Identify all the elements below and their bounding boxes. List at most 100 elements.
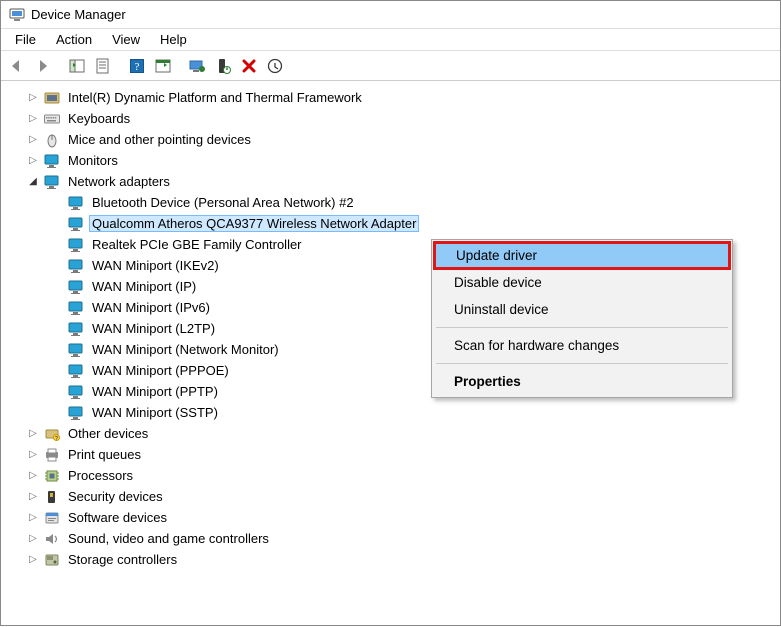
category-label: Storage controllers: [65, 551, 180, 568]
tree-category[interactable]: ▷ Monitors: [1, 150, 780, 171]
category-label: Intel(R) Dynamic Platform and Thermal Fr…: [65, 89, 365, 106]
tree-category[interactable]: ▷ Storage controllers: [1, 549, 780, 570]
tree-category[interactable]: ▷ Processors: [1, 465, 780, 486]
category-label: Processors: [65, 467, 136, 484]
context-menu: Update driver Disable device Uninstall d…: [431, 239, 733, 398]
menu-file[interactable]: File: [5, 30, 46, 49]
network-adapter-icon: [67, 404, 85, 422]
network-adapter-icon: [67, 215, 85, 233]
cpu-icon: [43, 467, 61, 485]
scan-hardware-button[interactable]: [151, 54, 175, 78]
update-driver-button[interactable]: [185, 54, 209, 78]
tree-category[interactable]: ▷ Intel(R) Dynamic Platform and Thermal …: [1, 87, 780, 108]
network-adapter-icon: [67, 194, 85, 212]
toolbar: ?: [1, 51, 780, 81]
tree-device[interactable]: Bluetooth Device (Personal Area Network)…: [1, 192, 780, 213]
network-icon: [43, 173, 61, 191]
network-adapter-icon: [67, 341, 85, 359]
network-adapter-icon: [67, 320, 85, 338]
keyboard-icon: [43, 110, 61, 128]
expand-toggle[interactable]: ▷: [25, 510, 41, 526]
menu-view[interactable]: View: [102, 30, 150, 49]
device-label: Bluetooth Device (Personal Area Network)…: [89, 194, 357, 211]
tree-device[interactable]: WAN Miniport (SSTP): [1, 402, 780, 423]
tree-category[interactable]: ◢ Network adapters: [1, 171, 780, 192]
tree-category[interactable]: ▷ Security devices: [1, 486, 780, 507]
properties-button[interactable]: [91, 54, 115, 78]
disable-device-button[interactable]: [211, 54, 235, 78]
device-tree[interactable]: ▷ Intel(R) Dynamic Platform and Thermal …: [1, 81, 780, 627]
category-label: Other devices: [65, 425, 151, 442]
platform-icon: [43, 89, 61, 107]
menu-help[interactable]: Help: [150, 30, 197, 49]
expand-toggle[interactable]: ▷: [25, 447, 41, 463]
device-label: WAN Miniport (PPTP): [89, 383, 221, 400]
context-properties[interactable]: Properties: [434, 368, 730, 395]
other-icon: ?: [43, 425, 61, 443]
device-label: WAN Miniport (IP): [89, 278, 199, 295]
svg-text:?: ?: [135, 61, 140, 73]
device-label: WAN Miniport (SSTP): [89, 404, 221, 421]
printer-icon: [43, 446, 61, 464]
expand-toggle[interactable]: ▷: [25, 111, 41, 127]
context-disable-device[interactable]: Disable device: [434, 269, 730, 296]
titlebar: Device Manager: [1, 1, 780, 29]
category-label: Network adapters: [65, 173, 173, 190]
forward-button[interactable]: [31, 54, 55, 78]
category-label: Print queues: [65, 446, 144, 463]
audio-icon: [43, 530, 61, 548]
uninstall-device-button[interactable]: [237, 54, 261, 78]
tree-device[interactable]: Qualcomm Atheros QCA9377 Wireless Networ…: [1, 213, 780, 234]
device-label: WAN Miniport (L2TP): [89, 320, 218, 337]
storage-icon: [43, 551, 61, 569]
category-label: Keyboards: [65, 110, 133, 127]
tree-category[interactable]: ▷ ? Other devices: [1, 423, 780, 444]
device-label: WAN Miniport (IPv6): [89, 299, 213, 316]
context-uninstall-device[interactable]: Uninstall device: [434, 296, 730, 323]
network-adapter-icon: [67, 278, 85, 296]
window-title: Device Manager: [31, 7, 126, 22]
tree-category[interactable]: ▷ Mice and other pointing devices: [1, 129, 780, 150]
expand-toggle[interactable]: ▷: [25, 90, 41, 106]
expand-toggle[interactable]: ▷: [25, 426, 41, 442]
network-adapter-icon: [67, 236, 85, 254]
device-label: WAN Miniport (IKEv2): [89, 257, 222, 274]
network-adapter-icon: [67, 257, 85, 275]
tree-category[interactable]: ▷ Software devices: [1, 507, 780, 528]
network-adapter-icon: [67, 362, 85, 380]
device-label: Realtek PCIe GBE Family Controller: [89, 236, 305, 253]
back-button[interactable]: [5, 54, 29, 78]
expand-toggle[interactable]: ▷: [25, 153, 41, 169]
menu-action[interactable]: Action: [46, 30, 102, 49]
network-adapter-icon: [67, 383, 85, 401]
expand-toggle[interactable]: ▷: [25, 489, 41, 505]
device-manager-icon: [9, 7, 25, 23]
menubar: File Action View Help: [1, 29, 780, 51]
category-label: Sound, video and game controllers: [65, 530, 272, 547]
network-adapter-icon: [67, 299, 85, 317]
tree-category[interactable]: ▷ Sound, video and game controllers: [1, 528, 780, 549]
show-hide-tree-button[interactable]: [65, 54, 89, 78]
category-label: Monitors: [65, 152, 121, 169]
tree-category[interactable]: ▷ Keyboards: [1, 108, 780, 129]
ctx-highlight-frame: Update driver: [433, 241, 731, 270]
software-icon: [43, 509, 61, 527]
expand-toggle[interactable]: ▷: [25, 531, 41, 547]
help-button[interactable]: ?: [125, 54, 149, 78]
context-separator: [436, 363, 728, 364]
tree-category[interactable]: ▷ Print queues: [1, 444, 780, 465]
security-icon: [43, 488, 61, 506]
category-label: Mice and other pointing devices: [65, 131, 254, 148]
device-label: Qualcomm Atheros QCA9377 Wireless Networ…: [89, 215, 419, 232]
context-separator: [436, 327, 728, 328]
expand-toggle[interactable]: ▷: [25, 552, 41, 568]
context-scan-hardware[interactable]: Scan for hardware changes: [434, 332, 730, 359]
expand-toggle[interactable]: ▷: [25, 468, 41, 484]
expand-toggle[interactable]: ◢: [25, 174, 41, 190]
device-label: WAN Miniport (Network Monitor): [89, 341, 282, 358]
expand-toggle[interactable]: ▷: [25, 132, 41, 148]
enable-device-button[interactable]: [263, 54, 287, 78]
monitor-icon: [43, 152, 61, 170]
category-label: Security devices: [65, 488, 166, 505]
context-update-driver[interactable]: Update driver: [436, 244, 728, 267]
